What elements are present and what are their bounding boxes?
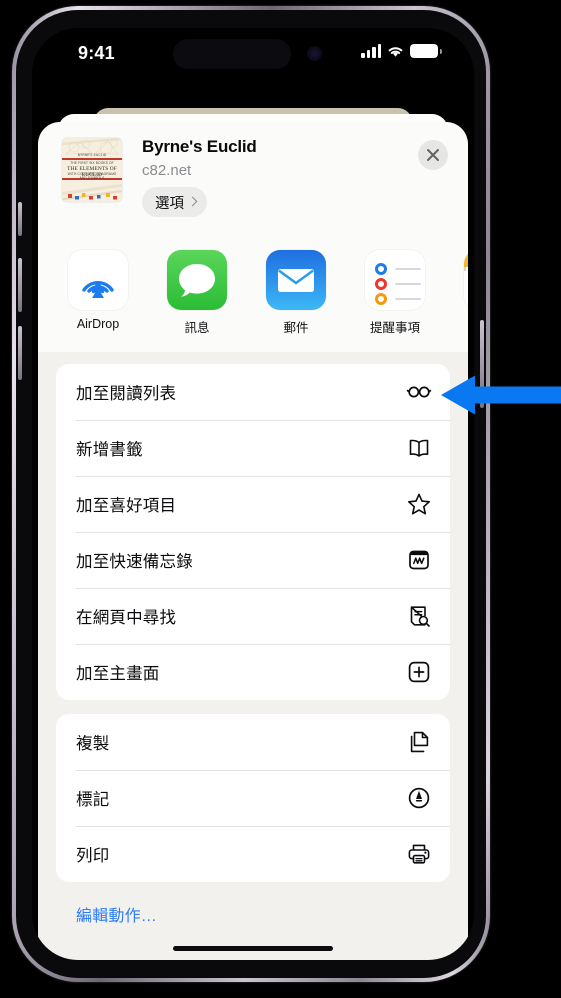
status-bar-time: 9:41 (78, 43, 115, 63)
thumbnail-subtitle: WITH COLOURED DIAGRAMS AND SYMBOLS (67, 172, 117, 181)
notes-icon (464, 250, 468, 310)
wifi-icon (388, 46, 403, 57)
copy-icon (406, 729, 432, 755)
action-label: 列印 (76, 847, 110, 865)
share-sheet-header: BYRNE'S EUCLID THE FIRST SIX BOOKS OF TH… (38, 122, 468, 244)
home-indicator[interactable] (173, 945, 333, 951)
screenshot-stage: 9:41 BYRNE'S EUCLID THE FIRST SIX BOOKS … (0, 0, 561, 998)
share-sheet: BYRNE'S EUCLID THE FIRST SIX BOOKS OF TH… (38, 122, 468, 960)
action-row-markup[interactable]: 標記 (56, 770, 450, 826)
share-action-list: 加至閱讀列表 新增書籤 加至喜好項目 加至快速備忘錄 在網頁中尋找 加至主畫面 … (38, 352, 468, 926)
action-label: 標記 (76, 791, 110, 809)
volume-up-button[interactable] (18, 258, 22, 312)
share-app-airdrop[interactable]: AirDrop (62, 250, 134, 331)
action-button[interactable] (18, 202, 22, 236)
share-app-reminders[interactable]: 提醒事項 (359, 250, 431, 336)
action-row-add-to-home-screen[interactable]: 加至主畫面 (56, 644, 450, 700)
cellular-signal-icon (361, 44, 381, 58)
action-label: 加至快速備忘錄 (76, 553, 193, 571)
options-button-label: 選項 (155, 195, 184, 212)
document-title: Byrne's Euclid (142, 137, 257, 156)
markup-icon (406, 785, 432, 811)
action-group-primary: 加至閱讀列表 新增書籤 加至喜好項目 加至快速備忘錄 在網頁中尋找 加至主畫面 (56, 364, 450, 700)
edit-actions-link[interactable]: 編輯動作… (56, 896, 450, 926)
share-app-row[interactable]: AirDrop 訊息 郵件 提醒事項 (38, 244, 468, 352)
document-thumbnail: BYRNE'S EUCLID THE FIRST SIX BOOKS OF TH… (62, 138, 122, 202)
thumbnail-byline: BYRNE'S EUCLID (77, 153, 107, 157)
phone-frame: 9:41 BYRNE'S EUCLID THE FIRST SIX BOOKS … (12, 6, 490, 982)
action-row-find-on-page[interactable]: 在網頁中尋找 (56, 588, 450, 644)
action-row-add-to-reading-list[interactable]: 加至閱讀列表 (56, 364, 450, 420)
action-label: 加至喜好項目 (76, 497, 177, 515)
action-label: 複製 (76, 735, 110, 753)
face-id-sensor-icon (307, 46, 322, 61)
share-app-messages[interactable]: 訊息 (161, 250, 233, 336)
share-app-label: 備忘錄 (458, 317, 468, 336)
messages-icon (167, 250, 227, 310)
action-row-copy[interactable]: 複製 (56, 714, 450, 770)
document-domain: c82.net (142, 162, 192, 179)
close-icon (427, 149, 439, 161)
thumbnail-artwork: BYRNE'S EUCLID THE FIRST SIX BOOKS OF TH… (62, 138, 122, 202)
share-app-notes[interactable]: 備忘錄 (458, 250, 468, 336)
add-to-home-screen-icon (406, 659, 432, 685)
action-label: 加至閱讀列表 (76, 385, 177, 403)
print-icon (406, 841, 432, 867)
chevron-right-icon (187, 196, 198, 207)
close-button[interactable] (418, 140, 448, 170)
battery-full-icon (410, 44, 442, 58)
thumbnail-pretitle: THE FIRST SIX BOOKS OF (70, 161, 114, 165)
action-row-add-bookmark[interactable]: 新增書籤 (56, 420, 450, 476)
action-label: 新增書籤 (76, 441, 143, 459)
action-row-add-to-favourites[interactable]: 加至喜好項目 (56, 476, 450, 532)
quick-note-icon (406, 547, 432, 573)
share-app-mail[interactable]: 郵件 (260, 250, 332, 336)
status-bar-indicators (361, 44, 442, 58)
status-bar: 9:41 (32, 28, 474, 84)
star-icon (406, 491, 432, 517)
mail-icon (266, 250, 326, 310)
callout-arrow-icon (441, 375, 561, 415)
share-app-label: 郵件 (283, 321, 309, 335)
action-row-print[interactable]: 列印 (56, 826, 450, 882)
action-row-add-to-quick-note[interactable]: 加至快速備忘錄 (56, 532, 450, 588)
options-button[interactable]: 選項 (142, 187, 207, 217)
share-app-label: AirDrop (76, 317, 120, 331)
reminders-icon (365, 250, 425, 310)
share-app-label: 提醒事項 (369, 321, 420, 335)
book-icon (406, 435, 432, 461)
glasses-icon (406, 379, 432, 405)
share-app-label: 訊息 (184, 321, 210, 335)
phone-screen: 9:41 BYRNE'S EUCLID THE FIRST SIX BOOKS … (32, 28, 474, 960)
action-label: 加至主畫面 (76, 665, 160, 683)
action-group-secondary: 複製 標記 列印 (56, 714, 450, 882)
action-label: 在網頁中尋找 (76, 609, 177, 627)
airdrop-icon (68, 250, 128, 310)
find-on-page-icon (406, 603, 432, 629)
volume-down-button[interactable] (18, 326, 22, 380)
dynamic-island (173, 39, 291, 69)
